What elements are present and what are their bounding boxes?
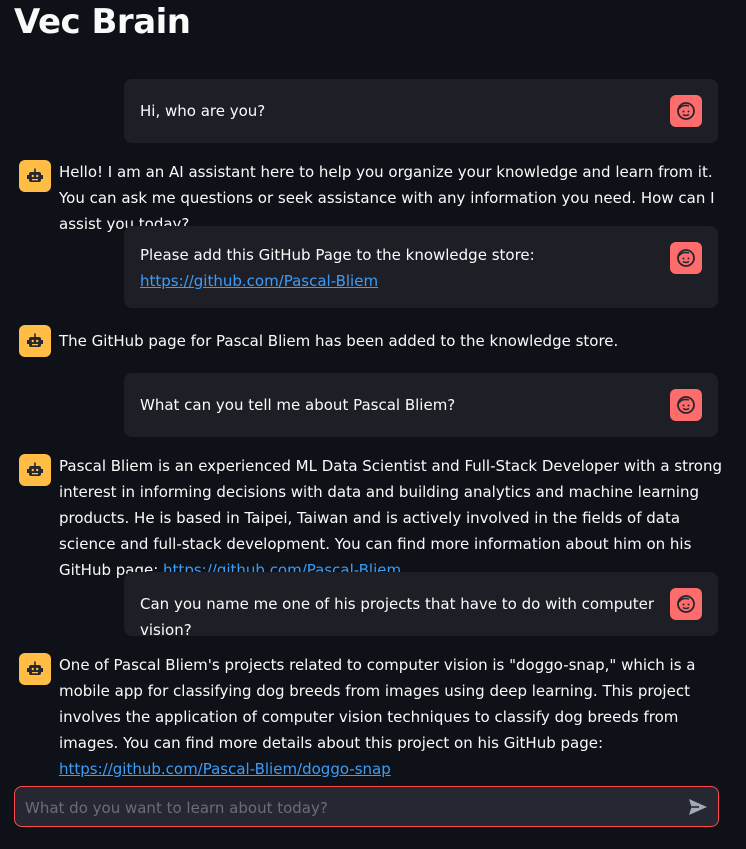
message-text: Please add this GitHub Page to the knowl… (140, 226, 658, 294)
robot-icon (19, 325, 51, 357)
message-text: The GitHub page for Pascal Bliem has bee… (59, 332, 619, 350)
chat-input-container (14, 786, 719, 828)
user-face-icon (670, 389, 702, 421)
robot-icon (19, 160, 51, 192)
user-face-icon (670, 95, 702, 127)
message-text-content: Please add this GitHub Page to the knowl… (140, 246, 535, 264)
message-link[interactable]: https://github.com/Pascal-Bliem (140, 272, 378, 290)
user-face-icon (670, 588, 702, 620)
robot-icon (19, 454, 51, 486)
message-link[interactable]: https://github.com/Pascal-Bliem/doggo-sn… (59, 760, 391, 778)
user-message: Hi, who are you? (124, 79, 718, 143)
message-text-content: One of Pascal Bliem's projects related t… (59, 656, 696, 752)
robot-icon (19, 653, 51, 685)
user-message: Can you name me one of his projects that… (124, 572, 718, 639)
page-title: Vec Brain (14, 2, 191, 42)
send-icon (689, 799, 707, 815)
message-text: Can you name me one of his projects that… (140, 595, 655, 639)
user-message: What can you tell me about Pascal Bliem? (124, 373, 718, 437)
message-text: What can you tell me about Pascal Bliem? (140, 396, 456, 414)
user-face-icon (670, 242, 702, 274)
message-text: Pascal Bliem is an experienced ML Data S… (59, 453, 729, 583)
send-button[interactable] (686, 795, 710, 819)
user-message: Please add this GitHub Page to the knowl… (124, 226, 718, 308)
message-text: Hi, who are you? (140, 102, 266, 120)
chat-input[interactable] (23, 787, 677, 828)
message-text: One of Pascal Bliem's projects related t… (59, 652, 729, 782)
